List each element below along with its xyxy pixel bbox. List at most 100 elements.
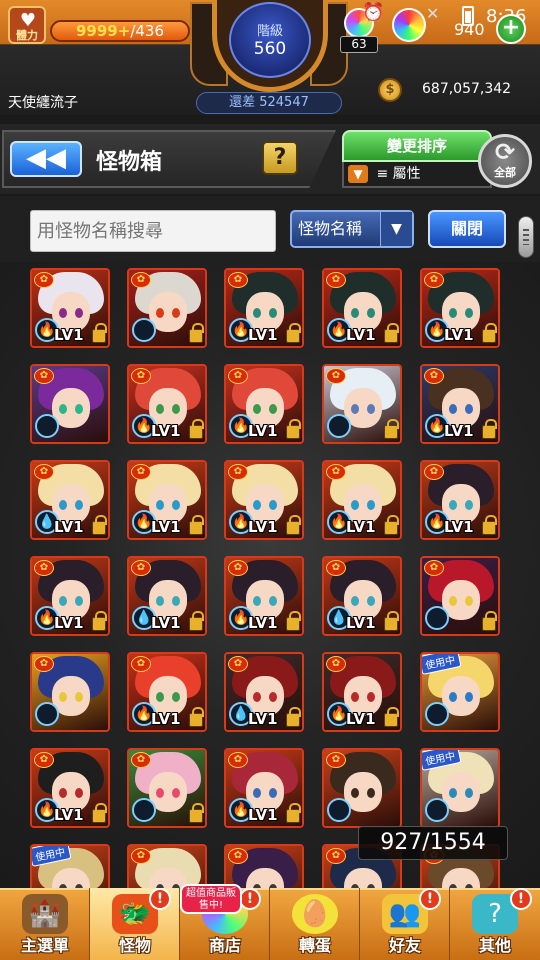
monster-eye [351, 404, 359, 414]
nav-main-menu[interactable]: 🏰 主選單 [0, 888, 90, 960]
monster-eye [465, 692, 473, 702]
monster-eye [156, 500, 164, 510]
close-button[interactable]: 關閉 [428, 210, 506, 248]
filter-icon: ▼ [348, 165, 368, 183]
monster-card[interactable]: ✿ 🔥 LV1 [322, 268, 402, 348]
monster-eye [449, 788, 457, 798]
add-orb-button[interactable]: + [496, 14, 526, 44]
element-icon [327, 414, 351, 438]
all-button[interactable]: ⟳ 全部 [478, 134, 532, 188]
lock-icon [482, 611, 497, 631]
monster-eye [465, 788, 473, 798]
monster-eye [156, 404, 164, 414]
monster-eye [465, 500, 473, 510]
nav-monster[interactable]: 🐲 ! 怪物 [90, 888, 180, 960]
gold-amount: 687,057,342 [422, 81, 512, 97]
alarm-icon: ⏰ [362, 2, 385, 23]
monster-eye [75, 404, 83, 414]
sale-tag: 超值商品販售中! [180, 884, 242, 914]
monster-eye [269, 308, 277, 318]
chevron-down-icon[interactable]: ▼ [380, 212, 412, 246]
monster-card[interactable]: ✿ 🔥 LV1 [30, 748, 110, 828]
monster-eye [172, 692, 180, 702]
monster-card[interactable]: ✿ 🔥 LV1 [224, 364, 304, 444]
monster-card[interactable]: ✿ 🔥 LV1 [127, 364, 207, 444]
all-label: 全部 [494, 166, 516, 179]
monster-card[interactable]: ✿ 🔥 LV1 [420, 364, 500, 444]
monster-eye [172, 596, 180, 606]
search-field-value: 怪物名稱 [298, 219, 363, 238]
monster-card[interactable]: ✿ [127, 748, 207, 828]
monster-card[interactable]: ✿ 🔥 LV1 [322, 460, 402, 540]
monster-eye [253, 788, 261, 798]
monster-eye [449, 692, 457, 702]
lock-icon [482, 419, 497, 439]
exp-remaining: 還差 524547 [196, 92, 342, 114]
monster-eye [75, 500, 83, 510]
monster-card[interactable]: ✿ 🔥 LV1 [127, 460, 207, 540]
monster-card[interactable]: ✿ [322, 364, 402, 444]
nav-gacha-label: 轉蛋 [298, 936, 331, 955]
monster-card[interactable]: ✿ [127, 268, 207, 348]
monster-card[interactable]: ✿ 🔥 LV1 [30, 556, 110, 636]
monster-level: LV1 [151, 518, 181, 536]
monster-card[interactable]: ✿ 🔥 LV1 [420, 268, 500, 348]
monster-card[interactable]: ✿ 🔥 LV1 [127, 652, 207, 732]
monster-card[interactable]: ✿ 🔥 LV1 [224, 748, 304, 828]
lock-icon [384, 419, 399, 439]
sort-button[interactable]: 變更排序 [342, 130, 492, 162]
monster-eye [59, 788, 67, 798]
monster-card[interactable]: ✿ 🔥 LV1 [224, 268, 304, 348]
luck-mark-icon: ✿ [131, 560, 151, 576]
luck-mark-icon: ✿ [228, 560, 248, 576]
monster-card[interactable]: ✿ 🔥 LV1 [322, 652, 402, 732]
lock-icon [92, 515, 107, 535]
monster-card[interactable]: ✿ [420, 556, 500, 636]
lock-icon [189, 419, 204, 439]
search-input[interactable] [30, 210, 276, 252]
nav-main-label: 主選單 [20, 936, 69, 955]
nav-monster-label: 怪物 [118, 936, 151, 955]
luck-mark-icon: ✿ [34, 560, 54, 576]
nav-friends[interactable]: 👥 ! 好友 [360, 888, 450, 960]
monster-card[interactable]: ✿ 💧 LV1 [224, 652, 304, 732]
monster-card[interactable]: ✿ 💧 LV1 [322, 556, 402, 636]
monster-card[interactable]: ✿使用中 [420, 748, 500, 828]
luck-mark-icon: ✿ [228, 272, 248, 288]
alert-icon: ! [510, 888, 532, 910]
monster-eye [367, 788, 375, 798]
monster-card[interactable]: ✿ [322, 748, 402, 828]
lock-icon [189, 611, 204, 631]
filter-toggle[interactable]: ▼ ≡ 屬性 [342, 162, 492, 188]
monster-card[interactable]: ✿使用中 [420, 652, 500, 732]
monster-card[interactable]: ✿ 🔥 LV1 [224, 556, 304, 636]
scrollbar[interactable] [518, 216, 534, 258]
alert-icon: ! [239, 888, 261, 910]
monster-card[interactable]: ✿ 🔥 LV1 [224, 460, 304, 540]
nav-friends-label: 好友 [388, 936, 421, 955]
monster-eye [75, 596, 83, 606]
help-button[interactable]: ? [262, 141, 298, 175]
luck-mark-icon: ✿ [424, 368, 444, 384]
monster-eye [367, 500, 375, 510]
element-icon [132, 798, 156, 822]
monster-card[interactable]: ✿ 💧 LV1 [30, 460, 110, 540]
luck-mark-icon: ✿ [131, 464, 151, 480]
monster-card[interactable]: ✿ [30, 364, 110, 444]
castle-icon: 🏰 [22, 894, 68, 934]
back-button[interactable]: ◀◀ [10, 141, 82, 177]
monster-card[interactable]: ✿ [30, 652, 110, 732]
monster-card[interactable]: ✿ 🔥 LV1 [420, 460, 500, 540]
monster-eye [156, 692, 164, 702]
monster-level: LV1 [248, 614, 278, 632]
page-title: 怪物箱 [96, 150, 163, 175]
sort-lines-icon: ≡ [376, 166, 389, 182]
nav-other[interactable]: ? ! 其他 [450, 888, 540, 960]
monster-card[interactable]: ✿ 🔥 LV1 [30, 268, 110, 348]
nav-gacha[interactable]: 🥚 轉蛋 [270, 888, 360, 960]
monster-card[interactable]: ✿ 💧 LV1 [127, 556, 207, 636]
egg-icon: 🥚 [292, 894, 338, 934]
lock-icon [482, 323, 497, 343]
element-icon [425, 606, 449, 630]
luck-mark-icon: ✿ [228, 848, 248, 864]
